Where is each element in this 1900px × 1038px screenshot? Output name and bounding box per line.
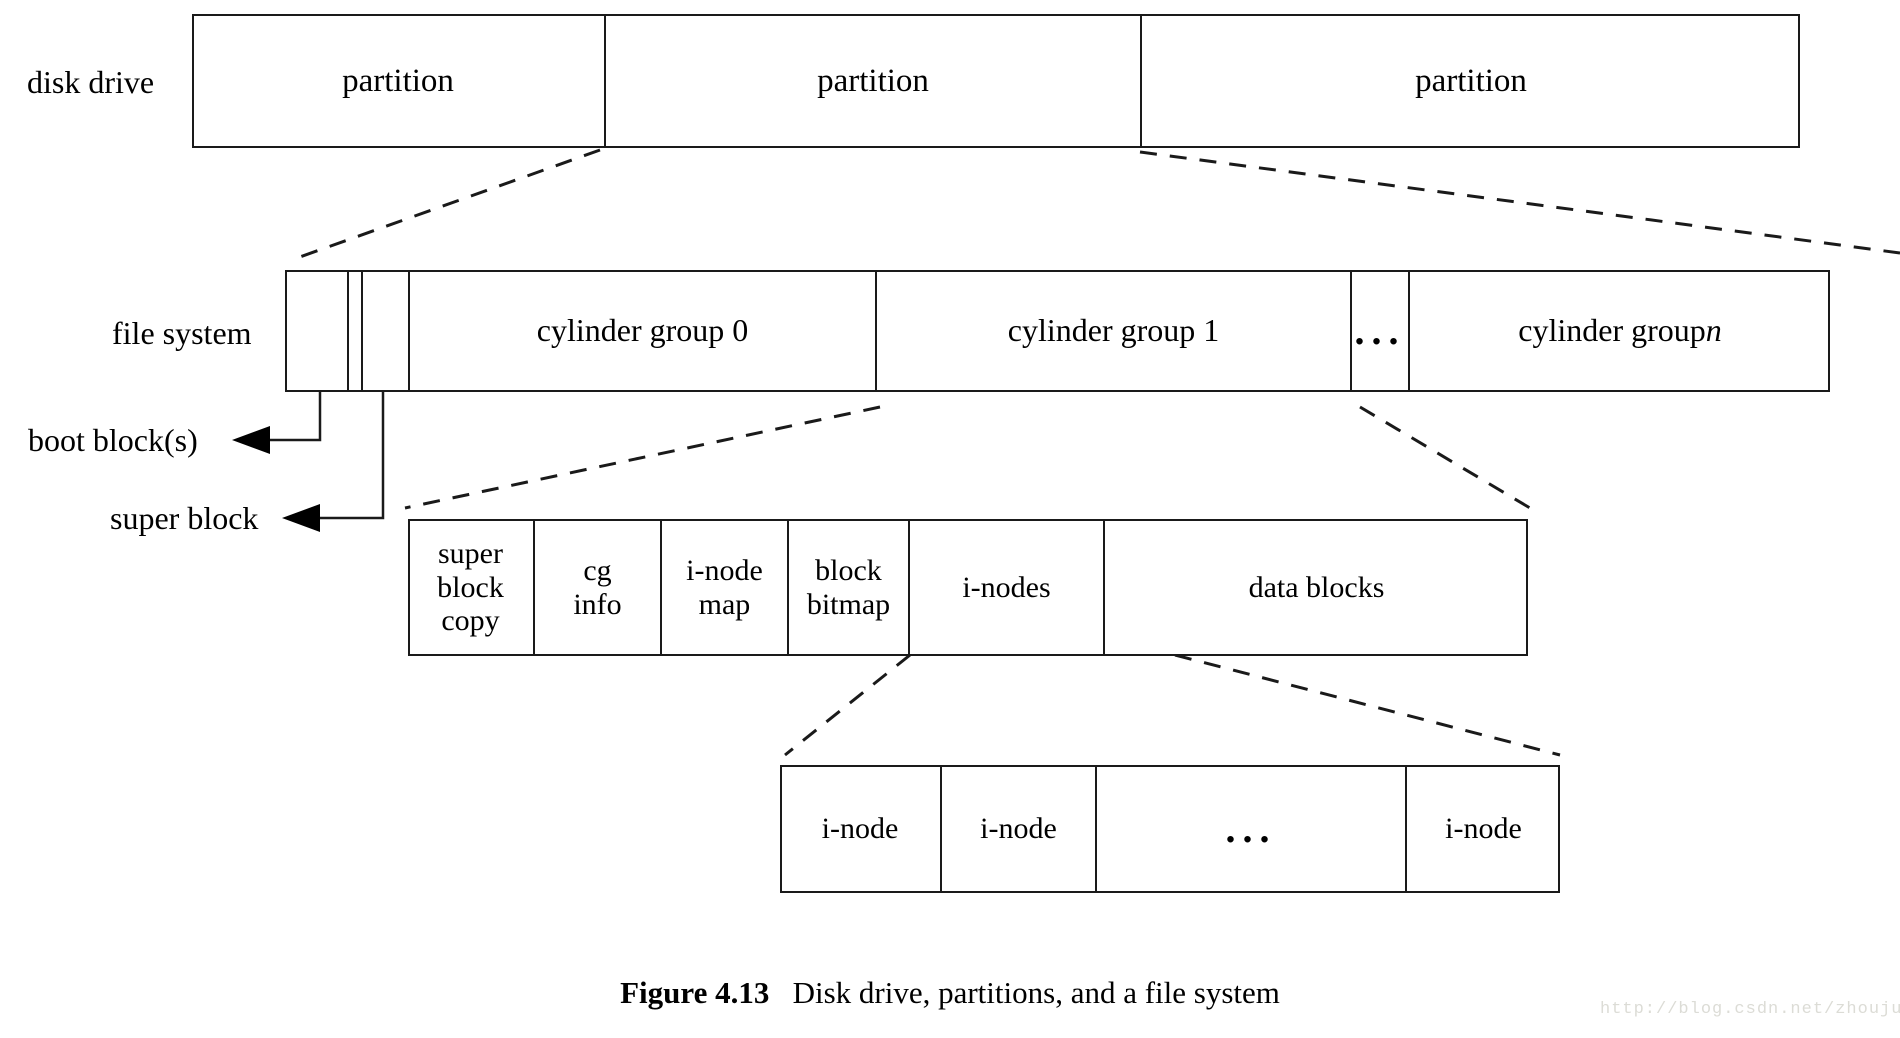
row-label-file-system: file system — [112, 315, 252, 351]
cylinder-group-0-cell[interactable]: cylinder group 0 — [408, 270, 875, 392]
dashed-connector-inode-right — [1174, 653, 1561, 757]
data-blocks-label: data blocks — [1248, 570, 1385, 604]
cylinder-group-n-label: cylinder group — [1518, 312, 1706, 349]
super-block-copy-cell[interactable]: super block copy — [408, 519, 533, 656]
cylinder-group-n-cell[interactable]: cylinder group n — [1408, 270, 1830, 392]
data-blocks-cell[interactable]: data blocks — [1103, 519, 1528, 656]
cg-info-cell[interactable]: cg info — [533, 519, 660, 656]
super-block-copy-line-2: block — [437, 570, 504, 604]
inode-map-cell[interactable]: i-node map — [660, 519, 787, 656]
inode-map-line-1: i-node — [686, 553, 763, 587]
dashed-connector-cg-right — [1359, 405, 1531, 510]
inode-label-1: i-node — [821, 812, 899, 846]
figure-caption-number: Figure 4.13 — [620, 975, 770, 1010]
partition-cell-3[interactable]: partition — [1140, 14, 1800, 148]
inodes-label: i-nodes — [962, 570, 1051, 604]
inode-cell-n[interactable]: i-node — [1405, 765, 1560, 893]
super-block-copy-line-1: super — [438, 537, 503, 571]
cylinder-group-1-cell[interactable]: cylinder group 1 — [875, 270, 1350, 392]
block-bitmap-line-2: bitmap — [806, 587, 891, 621]
fs-boot-block-cell[interactable] — [285, 270, 347, 392]
partition-label-1: partition — [342, 62, 454, 99]
block-bitmap-label: block bitmap — [807, 554, 890, 621]
inodes-cell[interactable]: i-nodes — [908, 519, 1103, 656]
partition-cell-2[interactable]: partition — [604, 14, 1140, 148]
dashed-connector-partition-left — [296, 148, 601, 260]
inode-ellipsis-cell: ... — [1095, 765, 1405, 893]
dashed-connector-partition-right — [1139, 150, 1900, 255]
figure-canvas: disk drive partition partition partition… — [0, 0, 1900, 1038]
callout-boot-blocks: boot block(s) — [28, 422, 198, 458]
cylinder-group-1-label: cylinder group 1 — [1007, 312, 1220, 349]
dashed-connector-inode-left — [784, 653, 911, 757]
cylinder-group-0-label: cylinder group 0 — [536, 312, 749, 349]
watermark-url: http://blog.csdn.net/zhoujunr1 — [1600, 1000, 1900, 1019]
callout-super-block: super block — [110, 500, 259, 536]
inode-cell-1[interactable]: i-node — [780, 765, 940, 893]
fs-super-block-cell[interactable] — [361, 270, 408, 392]
partition-label-3: partition — [1415, 62, 1527, 99]
cylinder-group-n-index: n — [1705, 312, 1722, 349]
inode-label-2: i-node — [980, 812, 1057, 846]
block-bitmap-line-1: block — [815, 553, 882, 587]
super-block-copy-label: super block copy — [437, 537, 504, 638]
dashed-connector-cg-left — [404, 405, 881, 510]
row-label-disk-drive: disk drive — [27, 64, 155, 100]
arrowhead-super-block — [282, 504, 320, 532]
inode-label-n: i-node — [1445, 812, 1522, 846]
ellipsis-dots-cylinder: ... — [1354, 308, 1406, 353]
super-block-copy-line-3: copy — [441, 604, 500, 638]
partition-label-2: partition — [817, 62, 929, 99]
inode-map-line-2: map — [698, 587, 751, 621]
partition-cell-1[interactable]: partition — [192, 14, 604, 148]
leader-boot-block — [270, 392, 322, 442]
fs-narrow-cell[interactable] — [347, 270, 361, 392]
inode-map-label: i-node map — [686, 554, 763, 621]
arrowhead-boot-block — [232, 426, 270, 454]
cg-info-line-2: info — [573, 587, 622, 621]
figure-caption-text: Disk drive, partitions, and a file syste… — [792, 975, 1280, 1010]
inode-cell-2[interactable]: i-node — [940, 765, 1095, 893]
cylinder-group-ellipsis-cell: ... — [1350, 270, 1408, 392]
cg-info-label: cg info — [573, 554, 621, 621]
block-bitmap-cell[interactable]: block bitmap — [787, 519, 908, 656]
leader-super-block — [320, 392, 385, 520]
cg-info-line-1: cg — [583, 553, 612, 587]
ellipsis-dots-inode: ... — [1225, 806, 1277, 851]
